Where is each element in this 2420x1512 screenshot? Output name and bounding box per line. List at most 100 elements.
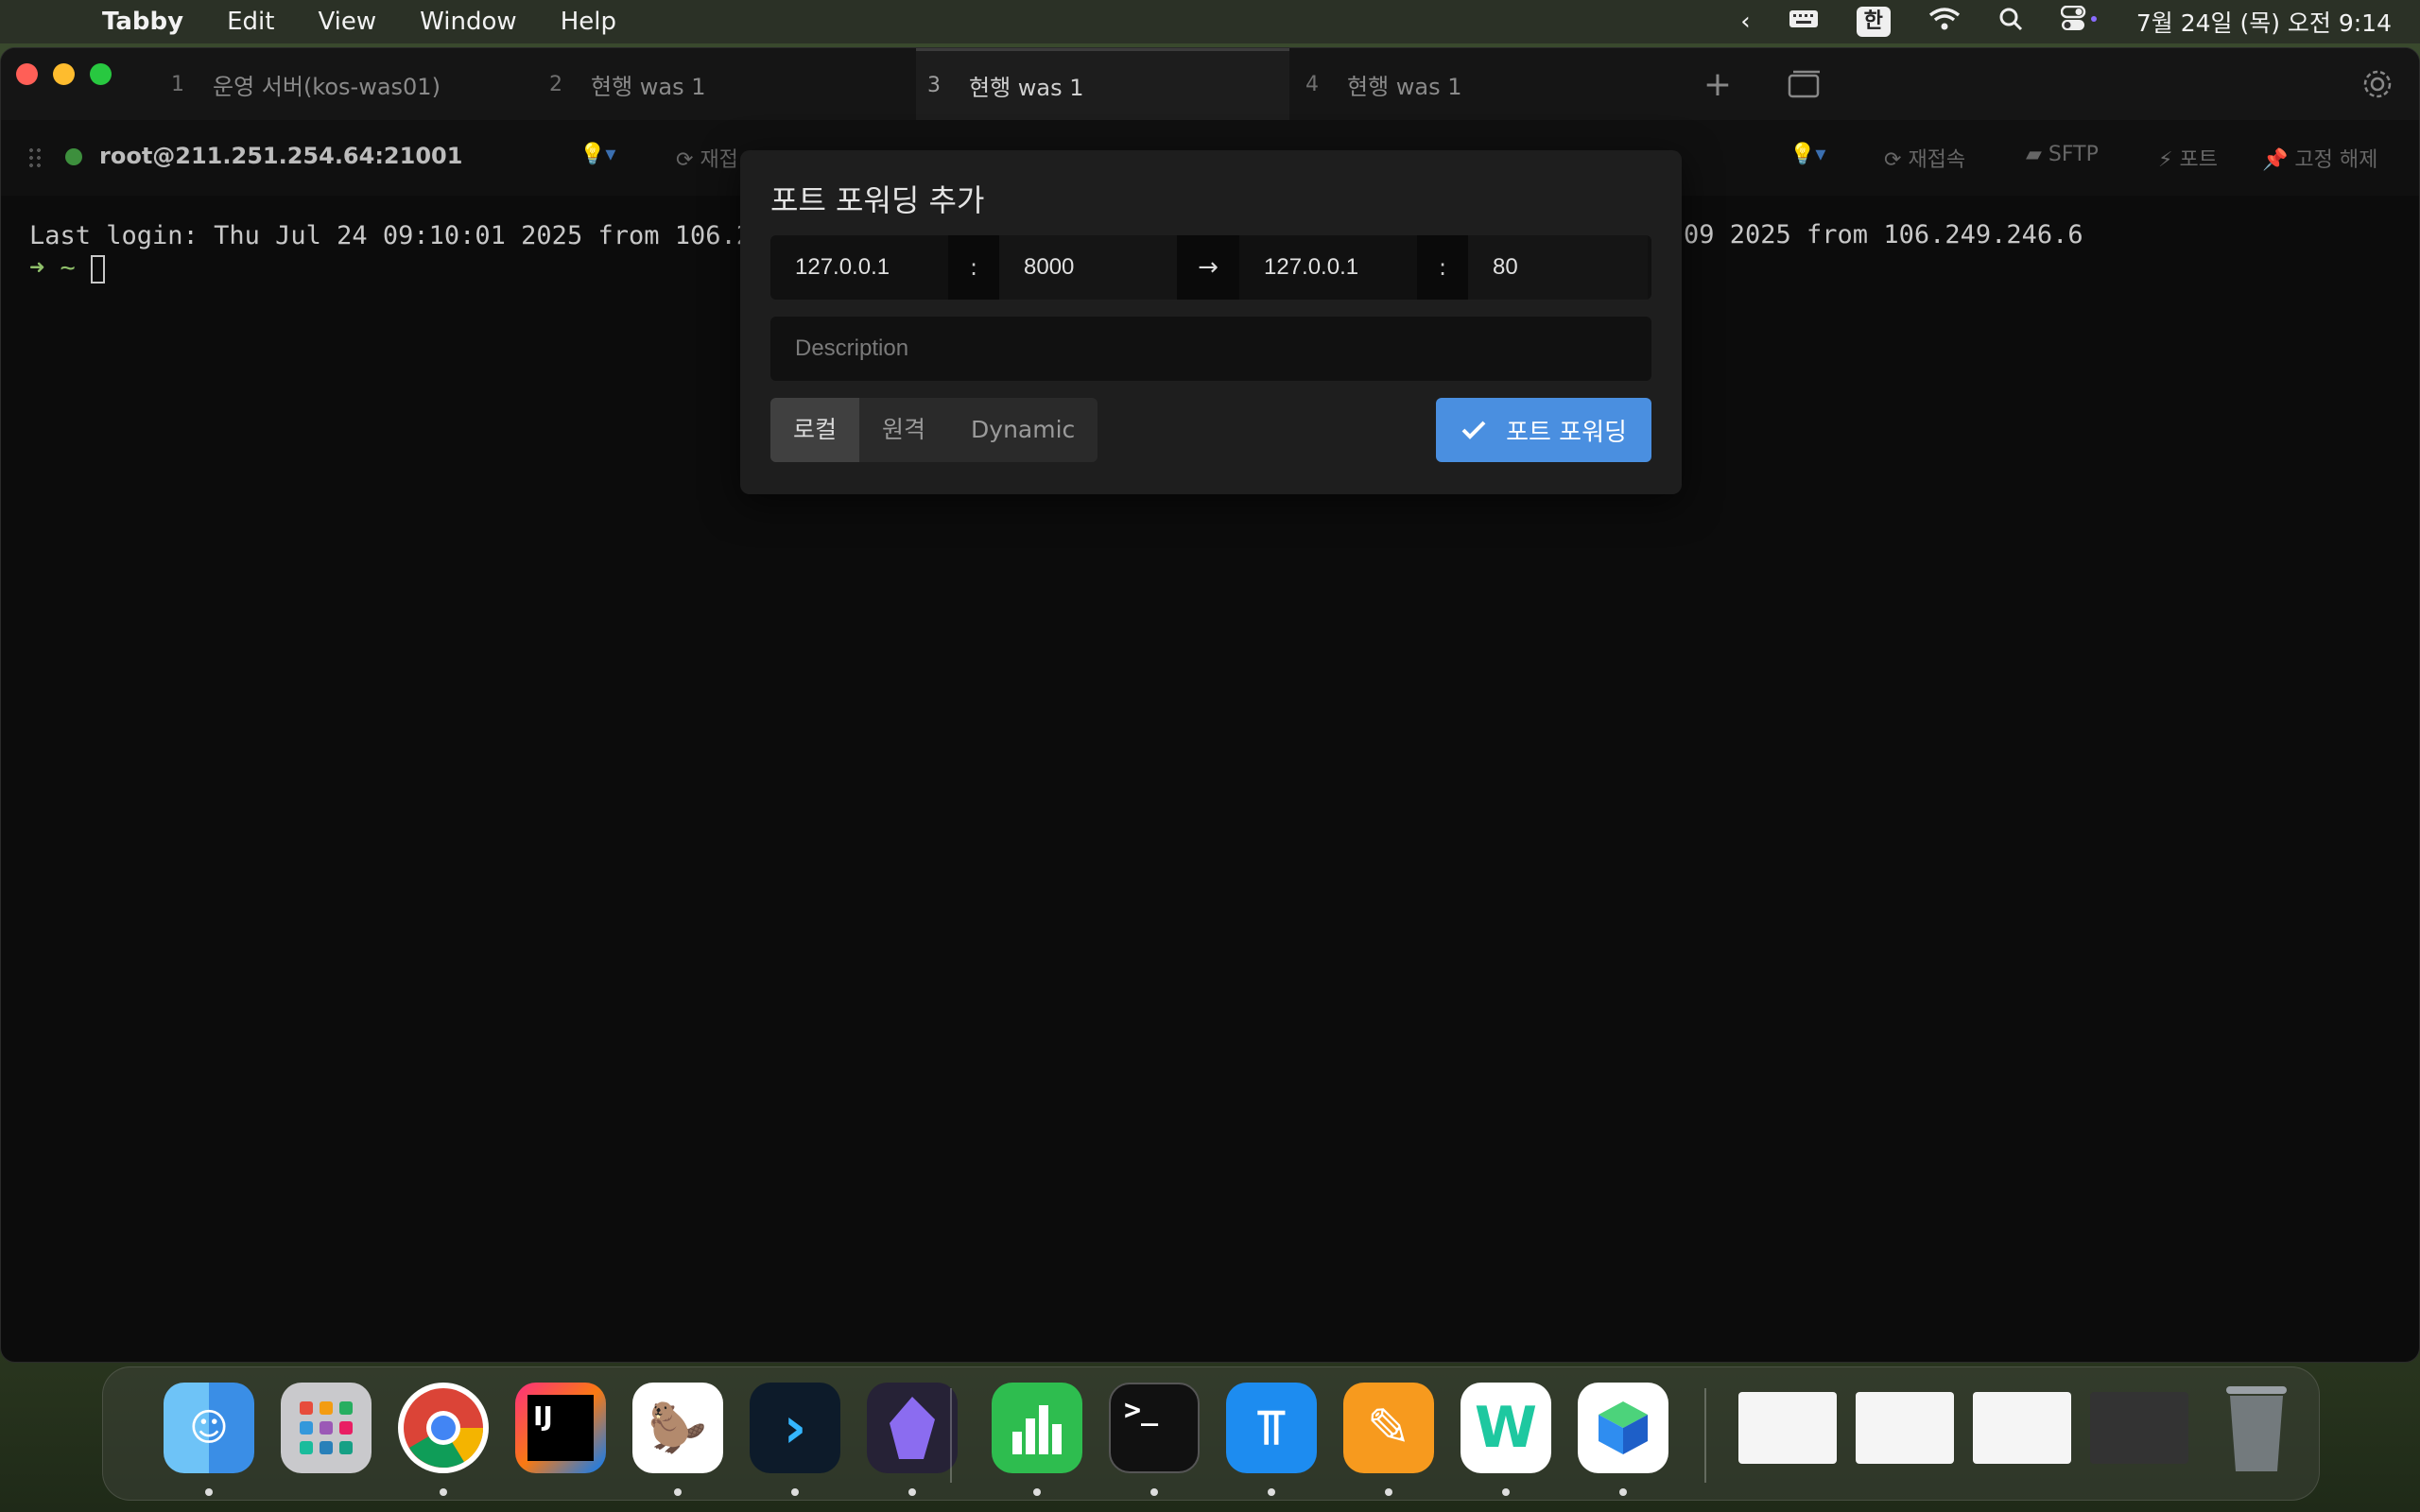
tab-4[interactable]: 4 현행 was 1 bbox=[1294, 48, 1668, 120]
tab-number: 3 bbox=[927, 74, 941, 97]
tabby-window: 1 운영 서버(kos-was01) 2 현행 was 1 3 현행 was 1… bbox=[0, 47, 2420, 1363]
launchpad-icon[interactable] bbox=[281, 1383, 372, 1473]
running-indicator bbox=[674, 1488, 682, 1496]
tab-2[interactable]: 2 현행 was 1 bbox=[538, 48, 911, 120]
menu-edit[interactable]: Edit bbox=[227, 8, 274, 36]
dock-separator bbox=[1704, 1388, 1706, 1483]
control-center-icon[interactable] bbox=[2060, 5, 2099, 39]
mode-remote-button[interactable]: 원격 bbox=[859, 398, 948, 462]
sftp-button[interactable]: ▰ SFTP bbox=[2026, 143, 2099, 166]
chevron-left-icon[interactable]: ‹ bbox=[1740, 8, 1750, 36]
wifi-icon[interactable] bbox=[1928, 7, 1961, 38]
sftp-label: SFTP bbox=[2048, 143, 2099, 166]
intellij-icon[interactable]: IJ bbox=[515, 1383, 606, 1473]
search-icon[interactable] bbox=[1998, 7, 2023, 38]
ports-button[interactable]: ⚡ 포트 bbox=[2158, 143, 2218, 173]
prompt: ➜ ~ bbox=[29, 253, 76, 283]
description-input[interactable] bbox=[770, 317, 1651, 381]
running-indicator bbox=[908, 1488, 916, 1496]
lightbulb-icon[interactable]: 💡▾ bbox=[1789, 143, 1825, 166]
tab-overview-icon[interactable] bbox=[1786, 65, 1824, 103]
running-indicator bbox=[1150, 1488, 1158, 1496]
ports-label: 포트 bbox=[2179, 148, 2218, 172]
terminal-icon[interactable]: >_ bbox=[1109, 1383, 1200, 1473]
title-bar: 1 운영 서버(kos-was01) 2 현행 was 1 3 현행 was 1… bbox=[1, 48, 2419, 120]
zoom-window-button[interactable] bbox=[90, 63, 112, 85]
unpin-label: 고정 해제 bbox=[2294, 148, 2378, 172]
tab-label: 현행 was 1 bbox=[591, 73, 706, 100]
reconnect-button-partial[interactable]: ⟳ 재접 bbox=[676, 143, 738, 173]
dock-separator bbox=[950, 1388, 952, 1483]
mode-local-button[interactable]: 로컬 bbox=[770, 398, 860, 462]
confirm-label: 포트 포워딩 bbox=[1506, 418, 1627, 447]
tab-label: 현행 was 1 bbox=[1347, 73, 1462, 100]
mode-dynamic-button[interactable]: Dynamic bbox=[948, 398, 1098, 462]
connection-status-dot bbox=[65, 148, 82, 165]
tab-label: 운영 서버(kos-was01) bbox=[213, 73, 441, 100]
colon-separator: : bbox=[1417, 235, 1468, 300]
terminal-output[interactable]: Last login: Thu Jul 24 09:10:01 2025 fro… bbox=[29, 220, 752, 284]
colon-separator: : bbox=[948, 235, 999, 300]
finder-icon[interactable]: ☺ bbox=[164, 1383, 254, 1473]
running-indicator bbox=[791, 1488, 799, 1496]
obsidian-icon[interactable] bbox=[867, 1383, 958, 1473]
keynote-icon[interactable]: ⫪ bbox=[1226, 1383, 1317, 1473]
reconnect-button[interactable]: ⟳ 재접속 bbox=[1884, 143, 1965, 173]
running-indicator bbox=[205, 1488, 213, 1496]
port-forwarding-dialog: 포트 포워딩 추가 : → : 로컬 원격 Dynamic 포트 포워딩 bbox=[740, 150, 1682, 494]
add-port-forwarding-button[interactable]: 포트 포워딩 bbox=[1436, 398, 1651, 462]
tabby-app-icon[interactable]: › bbox=[750, 1383, 840, 1473]
remote-port-input[interactable] bbox=[1468, 235, 1648, 300]
running-indicator bbox=[1268, 1488, 1275, 1496]
input-source-badge[interactable]: 한 bbox=[1856, 7, 1891, 37]
remote-host-input[interactable] bbox=[1239, 235, 1417, 300]
minimized-window-keynote[interactable] bbox=[1738, 1392, 1837, 1464]
terminal-line: Last login: Thu Jul 24 09:10:01 2025 fro… bbox=[29, 221, 752, 250]
naver-works-icon[interactable] bbox=[1578, 1383, 1668, 1473]
running-indicator bbox=[1619, 1488, 1627, 1496]
local-host-input[interactable] bbox=[770, 235, 948, 300]
window-controls bbox=[16, 63, 112, 85]
dock: ☺ IJ 🦫 › >_ ⫪ ✎ W bbox=[102, 1366, 2320, 1501]
checkmark-icon bbox=[1461, 421, 1486, 439]
terminal-prompt-line: ➜ ~ bbox=[29, 252, 752, 284]
new-tab-icon[interactable]: + bbox=[1699, 65, 1737, 104]
unpin-button[interactable]: 📌 고정 해제 bbox=[2262, 143, 2377, 173]
reconnect-label: 재접속 bbox=[1908, 148, 1966, 172]
close-window-button[interactable] bbox=[16, 63, 38, 85]
terminal-line-right-pane: 09 2025 from 106.249.246.6 bbox=[1684, 220, 2083, 249]
keyboard-icon[interactable] bbox=[1789, 8, 1819, 37]
chrome-icon[interactable] bbox=[398, 1383, 489, 1473]
address-row: : → : bbox=[770, 235, 1651, 300]
tab-3[interactable]: 3 현행 was 1 bbox=[916, 48, 1289, 120]
lightbulb-icon[interactable]: 💡▾ bbox=[579, 143, 615, 166]
minimized-window-dbeaver[interactable] bbox=[2090, 1392, 2188, 1464]
tab-1[interactable]: 1 운영 서버(kos-was01) bbox=[160, 48, 533, 120]
settings-gear-icon[interactable] bbox=[2359, 65, 2396, 103]
minimize-window-button[interactable] bbox=[53, 63, 75, 85]
menu-view[interactable]: View bbox=[318, 8, 376, 36]
tab-number: 4 bbox=[1305, 72, 1319, 96]
terminal-cursor bbox=[91, 254, 106, 284]
minimized-window-numbers[interactable] bbox=[1973, 1392, 2071, 1464]
menu-window[interactable]: Window bbox=[420, 8, 517, 36]
trash-icon[interactable] bbox=[2211, 1383, 2302, 1473]
minimized-window-keynote[interactable] bbox=[1856, 1392, 1954, 1464]
menu-clock[interactable]: 7월 24일 (목) 오전 9:14 bbox=[2136, 5, 2392, 39]
arrow-right-icon: → bbox=[1177, 235, 1239, 300]
dialog-title: 포트 포워딩 추가 bbox=[770, 182, 985, 218]
numbers-icon[interactable] bbox=[992, 1383, 1082, 1473]
running-indicator bbox=[1502, 1488, 1510, 1496]
reconnect-label: 재접 bbox=[700, 148, 738, 172]
tab-number: 1 bbox=[171, 72, 184, 96]
menu-app-name[interactable]: Tabby bbox=[102, 8, 183, 36]
running-indicator bbox=[1385, 1488, 1392, 1496]
dbeaver-icon[interactable]: 🦫 bbox=[632, 1383, 723, 1473]
running-indicator bbox=[440, 1488, 447, 1496]
local-port-input[interactable] bbox=[999, 235, 1177, 300]
session-host: root@211.251.254.64:21001 bbox=[99, 143, 463, 169]
pages-icon[interactable]: ✎ bbox=[1343, 1383, 1434, 1473]
menu-help[interactable]: Help bbox=[561, 8, 616, 36]
drag-handle-icon[interactable] bbox=[27, 146, 44, 169]
naver-whale-icon[interactable]: W bbox=[1461, 1383, 1551, 1473]
